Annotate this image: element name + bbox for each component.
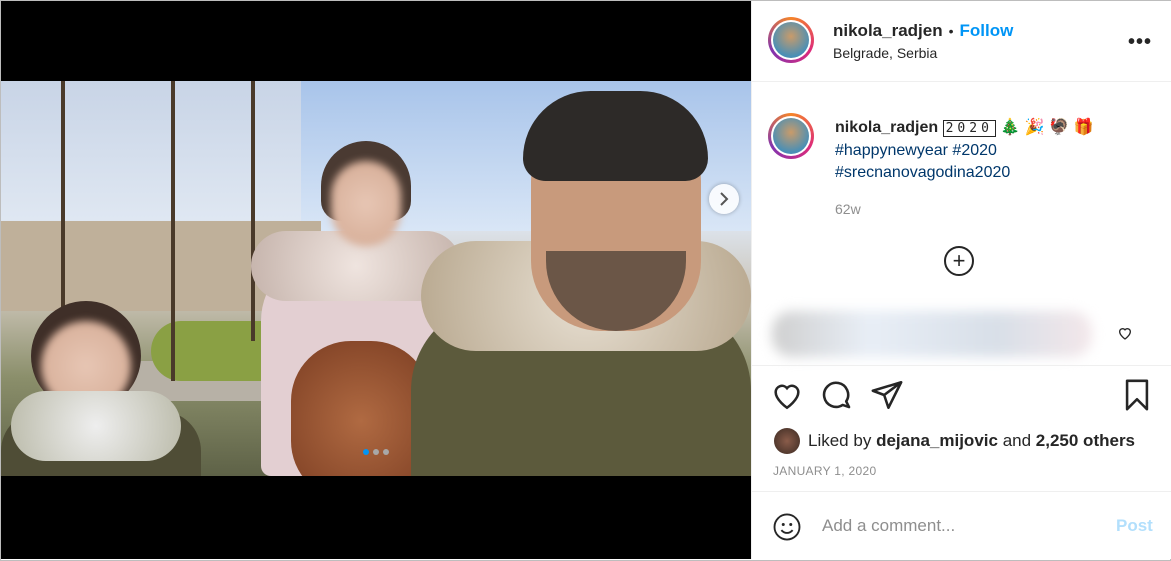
photo-person-child: [1, 301, 211, 476]
post-comment-button[interactable]: Post: [1116, 516, 1153, 536]
hashtag-link[interactable]: #srecnanovagodina2020: [835, 164, 1010, 181]
blurred-face: [331, 161, 401, 246]
bookmark-icon[interactable]: [1120, 378, 1154, 412]
photo-dog: [291, 341, 431, 476]
blurred-comment: [772, 311, 1092, 357]
carousel-dot: [373, 449, 379, 455]
comment-like-heart-icon[interactable]: [1117, 325, 1133, 346]
comment-bar: Add a comment... Post: [752, 491, 1171, 560]
more-options-icon[interactable]: •••: [1128, 31, 1152, 54]
photo-person-man: [411, 91, 751, 476]
carousel-indicator: [363, 449, 389, 455]
liker-username[interactable]: dejana_mijovic: [876, 431, 998, 450]
post-photo[interactable]: [1, 81, 751, 476]
liker-avatar[interactable]: [774, 428, 800, 454]
photo-hair: [523, 91, 708, 181]
avatar-image: [773, 22, 809, 58]
post-media[interactable]: [1, 1, 751, 559]
caption-emojis: 🎄 🎉 🦃 🎁: [1000, 119, 1094, 136]
likes-middle: and: [1002, 431, 1032, 450]
photo-fur-collar: [11, 391, 181, 461]
author-avatar[interactable]: [768, 17, 814, 63]
post-location[interactable]: Belgrade, Serbia: [833, 45, 937, 61]
share-send-icon[interactable]: [870, 378, 904, 412]
hashtag-link[interactable]: #happynewyear: [835, 142, 948, 159]
post-header: nikola_radjen • Follow Belgrade, Serbia …: [752, 1, 1171, 82]
follow-button[interactable]: Follow: [960, 21, 1014, 41]
carousel-dot: [383, 449, 389, 455]
likes-prefix: Liked by: [808, 431, 872, 450]
post-date[interactable]: JANUARY 1, 2020: [773, 464, 876, 478]
caption-text: nikola_radjen 2020 🎄 🎉 🦃 🎁 #happynewyear…: [835, 117, 1155, 184]
post-caption: nikola_radjen 2020 🎄 🎉 🦃 🎁 #happynewyear…: [752, 81, 1171, 301]
likes-summary: Liked by dejana_mijovic and 2,250 others: [774, 428, 1135, 454]
separator-dot: •: [948, 23, 954, 39]
carousel-next-button[interactable]: [709, 184, 739, 214]
load-more-comments-button[interactable]: +: [944, 246, 974, 276]
likes-count[interactable]: 2,250 others: [1036, 431, 1135, 450]
photo-tree: [61, 81, 65, 321]
caption-year: 2020: [942, 120, 996, 137]
caption-avatar[interactable]: [768, 113, 814, 159]
caption-username[interactable]: nikola_radjen: [835, 119, 938, 136]
emoji-smiley-icon[interactable]: [772, 512, 802, 547]
hashtag-link[interactable]: #2020: [952, 142, 997, 159]
author-username[interactable]: nikola_radjen: [833, 21, 943, 41]
author-line: nikola_radjen • Follow: [833, 21, 1013, 41]
post-side-panel: nikola_radjen • Follow Belgrade, Serbia …: [751, 1, 1171, 559]
like-heart-icon[interactable]: [770, 378, 804, 412]
chevron-right-icon: [720, 192, 729, 206]
carousel-dot: [363, 449, 369, 455]
avatar-image: [773, 118, 809, 154]
comment-bubble-icon[interactable]: [820, 378, 854, 412]
caption-time: 62w: [835, 201, 861, 217]
comment-input[interactable]: Add a comment...: [822, 516, 955, 536]
